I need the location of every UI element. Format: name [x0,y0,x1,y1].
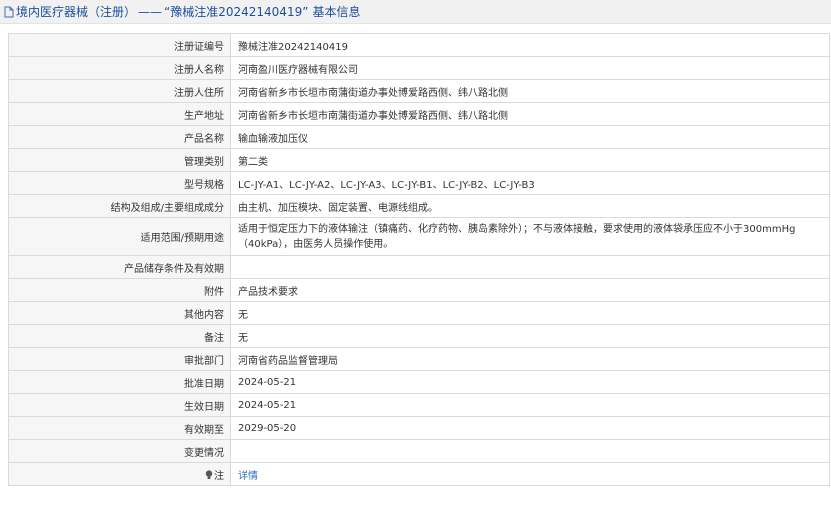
table-row: 批准日期 2024-05-21 [8,370,830,394]
breadcrumb-separator: —— [138,4,163,19]
table-row: 管理类别 第二类 [8,148,830,172]
row-label: 型号规格 [8,171,231,195]
table-row: 产品名称 输血输液加压仪 [8,125,830,149]
row-label: 管理类别 [8,148,231,172]
note-label: 注 [214,470,224,482]
row-value: 无 [230,324,830,348]
row-value [230,255,830,279]
table-row: 变更情况 [8,439,830,463]
row-label: 附件 [8,278,231,302]
table-row: 审批部门 河南省药品监督管理局 [8,347,830,371]
row-value: 第二类 [230,148,830,172]
row-label: 产品储存条件及有效期 [8,255,231,279]
row-value: 豫械注准20242140419 [230,33,830,57]
table-row: 适用范围/预期用途 适用于恒定压力下的液体输注（镇痛药、化疗药物、胰岛素除外）；不… [8,217,830,256]
row-label: 审批部门 [8,347,231,371]
row-value: LC-JY-A1、LC-JY-A2、LC-JY-A3、LC-JY-B1、LC-J… [230,171,830,195]
row-value: 输血输液加压仪 [230,125,830,149]
row-value: 由主机、加压模块、固定装置、电源线组成。 [230,194,830,218]
row-value: 详情 [230,462,830,486]
row-label: 产品名称 [8,125,231,149]
table-row: 注册人名称 河南盈川医疗器械有限公司 [8,56,830,80]
row-label: 结构及组成/主要组成成分 [8,194,231,218]
row-value: 河南省药品监督管理局 [230,347,830,371]
row-value: 河南省新乡市长垣市南蒲街道办事处博爱路西侧、纬八路北侧 [230,102,830,126]
document-icon [3,6,15,18]
table-row: 生产地址 河南省新乡市长垣市南蒲街道办事处博爱路西侧、纬八路北侧 [8,102,830,126]
row-value: 2029-05-20 [230,416,830,440]
table-row: 备注无 [8,324,830,348]
row-label: 有效期至 [8,416,231,440]
info-bulb-icon [205,469,213,480]
page-header: 境内医疗器械（注册） —— “豫械注准20242140419” 基本信息 [0,0,831,24]
note-label-cell: 注 [8,462,231,486]
table-row: 生效日期 2024-05-21 [8,393,830,417]
table-row: 注册证编号 豫械注准20242140419 [8,33,830,57]
info-table: 注册证编号 豫械注准20242140419 注册人名称 河南盈川医疗器械有限公司 注… [8,33,830,486]
row-label: 生产地址 [8,102,231,126]
breadcrumb-registration-no: “豫械注准20242140419” [164,5,309,19]
row-value: 适用于恒定压力下的液体输注（镇痛药、化疗药物、胰岛素除外）；不与液体接触，要求使… [230,217,830,256]
row-value: 河南盈川医疗器械有限公司 [230,56,830,80]
row-label: 适用范围/预期用途 [8,217,231,256]
row-label: 注册人名称 [8,56,231,80]
row-value: 2024-05-21 [230,370,830,394]
row-label: 批准日期 [8,370,231,394]
table-row: 其他内容无 [8,301,830,325]
breadcrumb-category[interactable]: 境内医疗器械（注册） [16,3,136,20]
table-row: 有效期至 2029-05-20 [8,416,830,440]
row-value [230,439,830,463]
table-row: 附件 产品技术要求 [8,278,830,302]
row-value: 产品技术要求 [230,278,830,302]
table-row: 注 详情 [8,462,830,486]
row-value: 河南省新乡市长垣市南蒲街道办事处博爱路西侧、纬八路北侧 [230,79,830,103]
details-link[interactable]: 详情 [238,471,258,482]
row-value: 2024-05-21 [230,393,830,417]
breadcrumb-section: 基本信息 [312,5,361,19]
row-label: 注册证编号 [8,33,231,57]
row-label: 备注 [8,324,231,348]
table-row: 结构及组成/主要组成成分 由主机、加压模块、固定装置、电源线组成。 [8,194,830,218]
table-row: 注册人住所 河南省新乡市长垣市南蒲街道办事处博爱路西侧、纬八路北侧 [8,79,830,103]
row-label: 其他内容 [8,301,231,325]
row-value: 无 [230,301,830,325]
table-row: 型号规格 LC-JY-A1、LC-JY-A2、LC-JY-A3、LC-JY-B1、… [8,171,830,195]
row-label: 注册人住所 [8,79,231,103]
table-row: 产品储存条件及有效期 [8,255,830,279]
row-label: 生效日期 [8,393,231,417]
row-label: 变更情况 [8,439,231,463]
